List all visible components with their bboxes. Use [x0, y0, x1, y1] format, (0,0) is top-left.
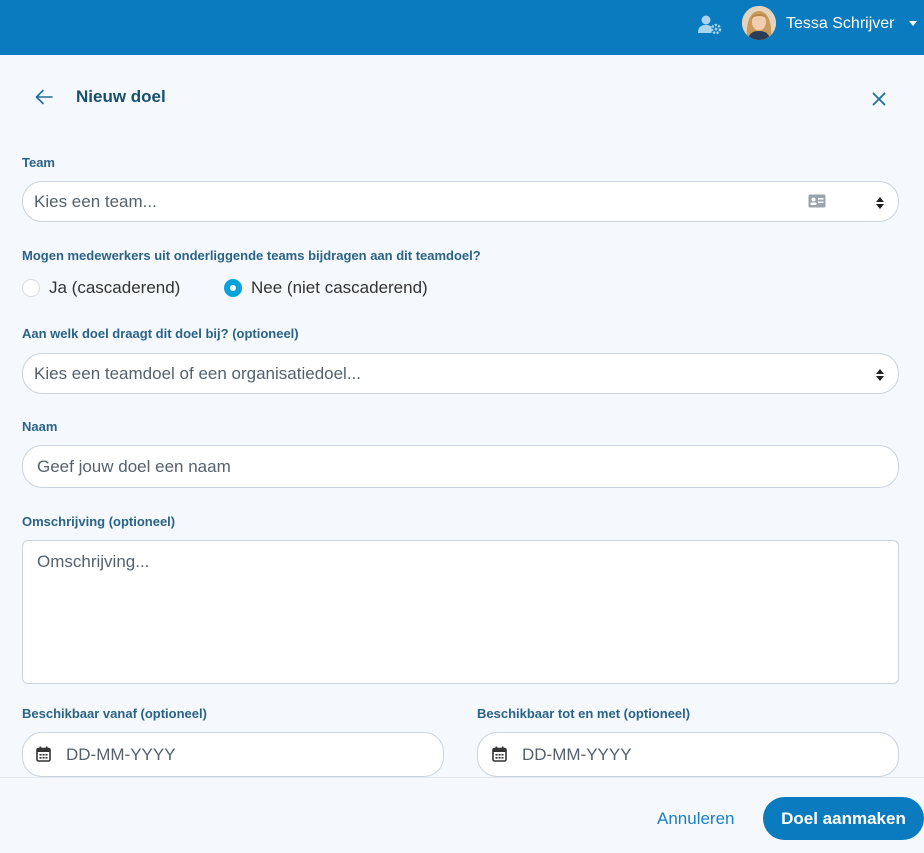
calendar-icon — [36, 746, 51, 762]
available-from-placeholder: DD-MM-YYYY — [66, 745, 176, 764]
parent-goal-label: Aan welk doel draagt dit doel bij? (opti… — [22, 326, 299, 341]
description-label: Omschrijving (optioneel) — [22, 514, 176, 529]
caret-down-icon[interactable] — [909, 21, 917, 26]
name-label: Naam — [22, 419, 58, 434]
id-card-icon — [808, 194, 826, 208]
close-icon[interactable] — [869, 89, 889, 109]
user-name[interactable]: Tessa Schrijver — [786, 14, 894, 34]
name-input-placeholder: Geef jouw doel een naam — [37, 457, 231, 476]
description-textarea[interactable] — [22, 540, 899, 684]
cascade-question: Mogen medewerkers uit onderliggende team… — [22, 248, 481, 263]
description-placeholder: Omschrijving... — [37, 552, 150, 571]
page-title: Nieuw doel — [76, 87, 166, 106]
avatar[interactable] — [742, 6, 776, 40]
create-goal-button[interactable]: Doel aanmaken — [763, 797, 924, 840]
select-arrows-icon — [876, 197, 884, 209]
team-select-placeholder: Kies een team... — [34, 192, 157, 211]
calendar-icon — [492, 746, 507, 762]
select-arrows-icon — [876, 369, 884, 381]
radio-cascading-yes-label[interactable]: Ja (cascaderend) — [49, 278, 180, 298]
cancel-button[interactable]: Annuleren — [657, 809, 735, 829]
user-gear-icon[interactable] — [698, 14, 722, 34]
parent-goal-placeholder: Kies een teamdoel of een organisatiedoel… — [34, 364, 362, 383]
team-label: Team — [22, 155, 55, 170]
arrow-left-icon[interactable] — [33, 86, 55, 108]
available-until-label: Beschikbaar tot en met (optioneel) — [477, 706, 691, 721]
radio-cascading-yes[interactable] — [22, 279, 40, 297]
radio-cascading-no[interactable] — [224, 279, 242, 297]
available-from-label: Beschikbaar vanaf (optioneel) — [22, 706, 207, 721]
available-until-placeholder: DD-MM-YYYY — [522, 745, 632, 764]
radio-cascading-no-label[interactable]: Nee (niet cascaderend) — [251, 278, 428, 298]
